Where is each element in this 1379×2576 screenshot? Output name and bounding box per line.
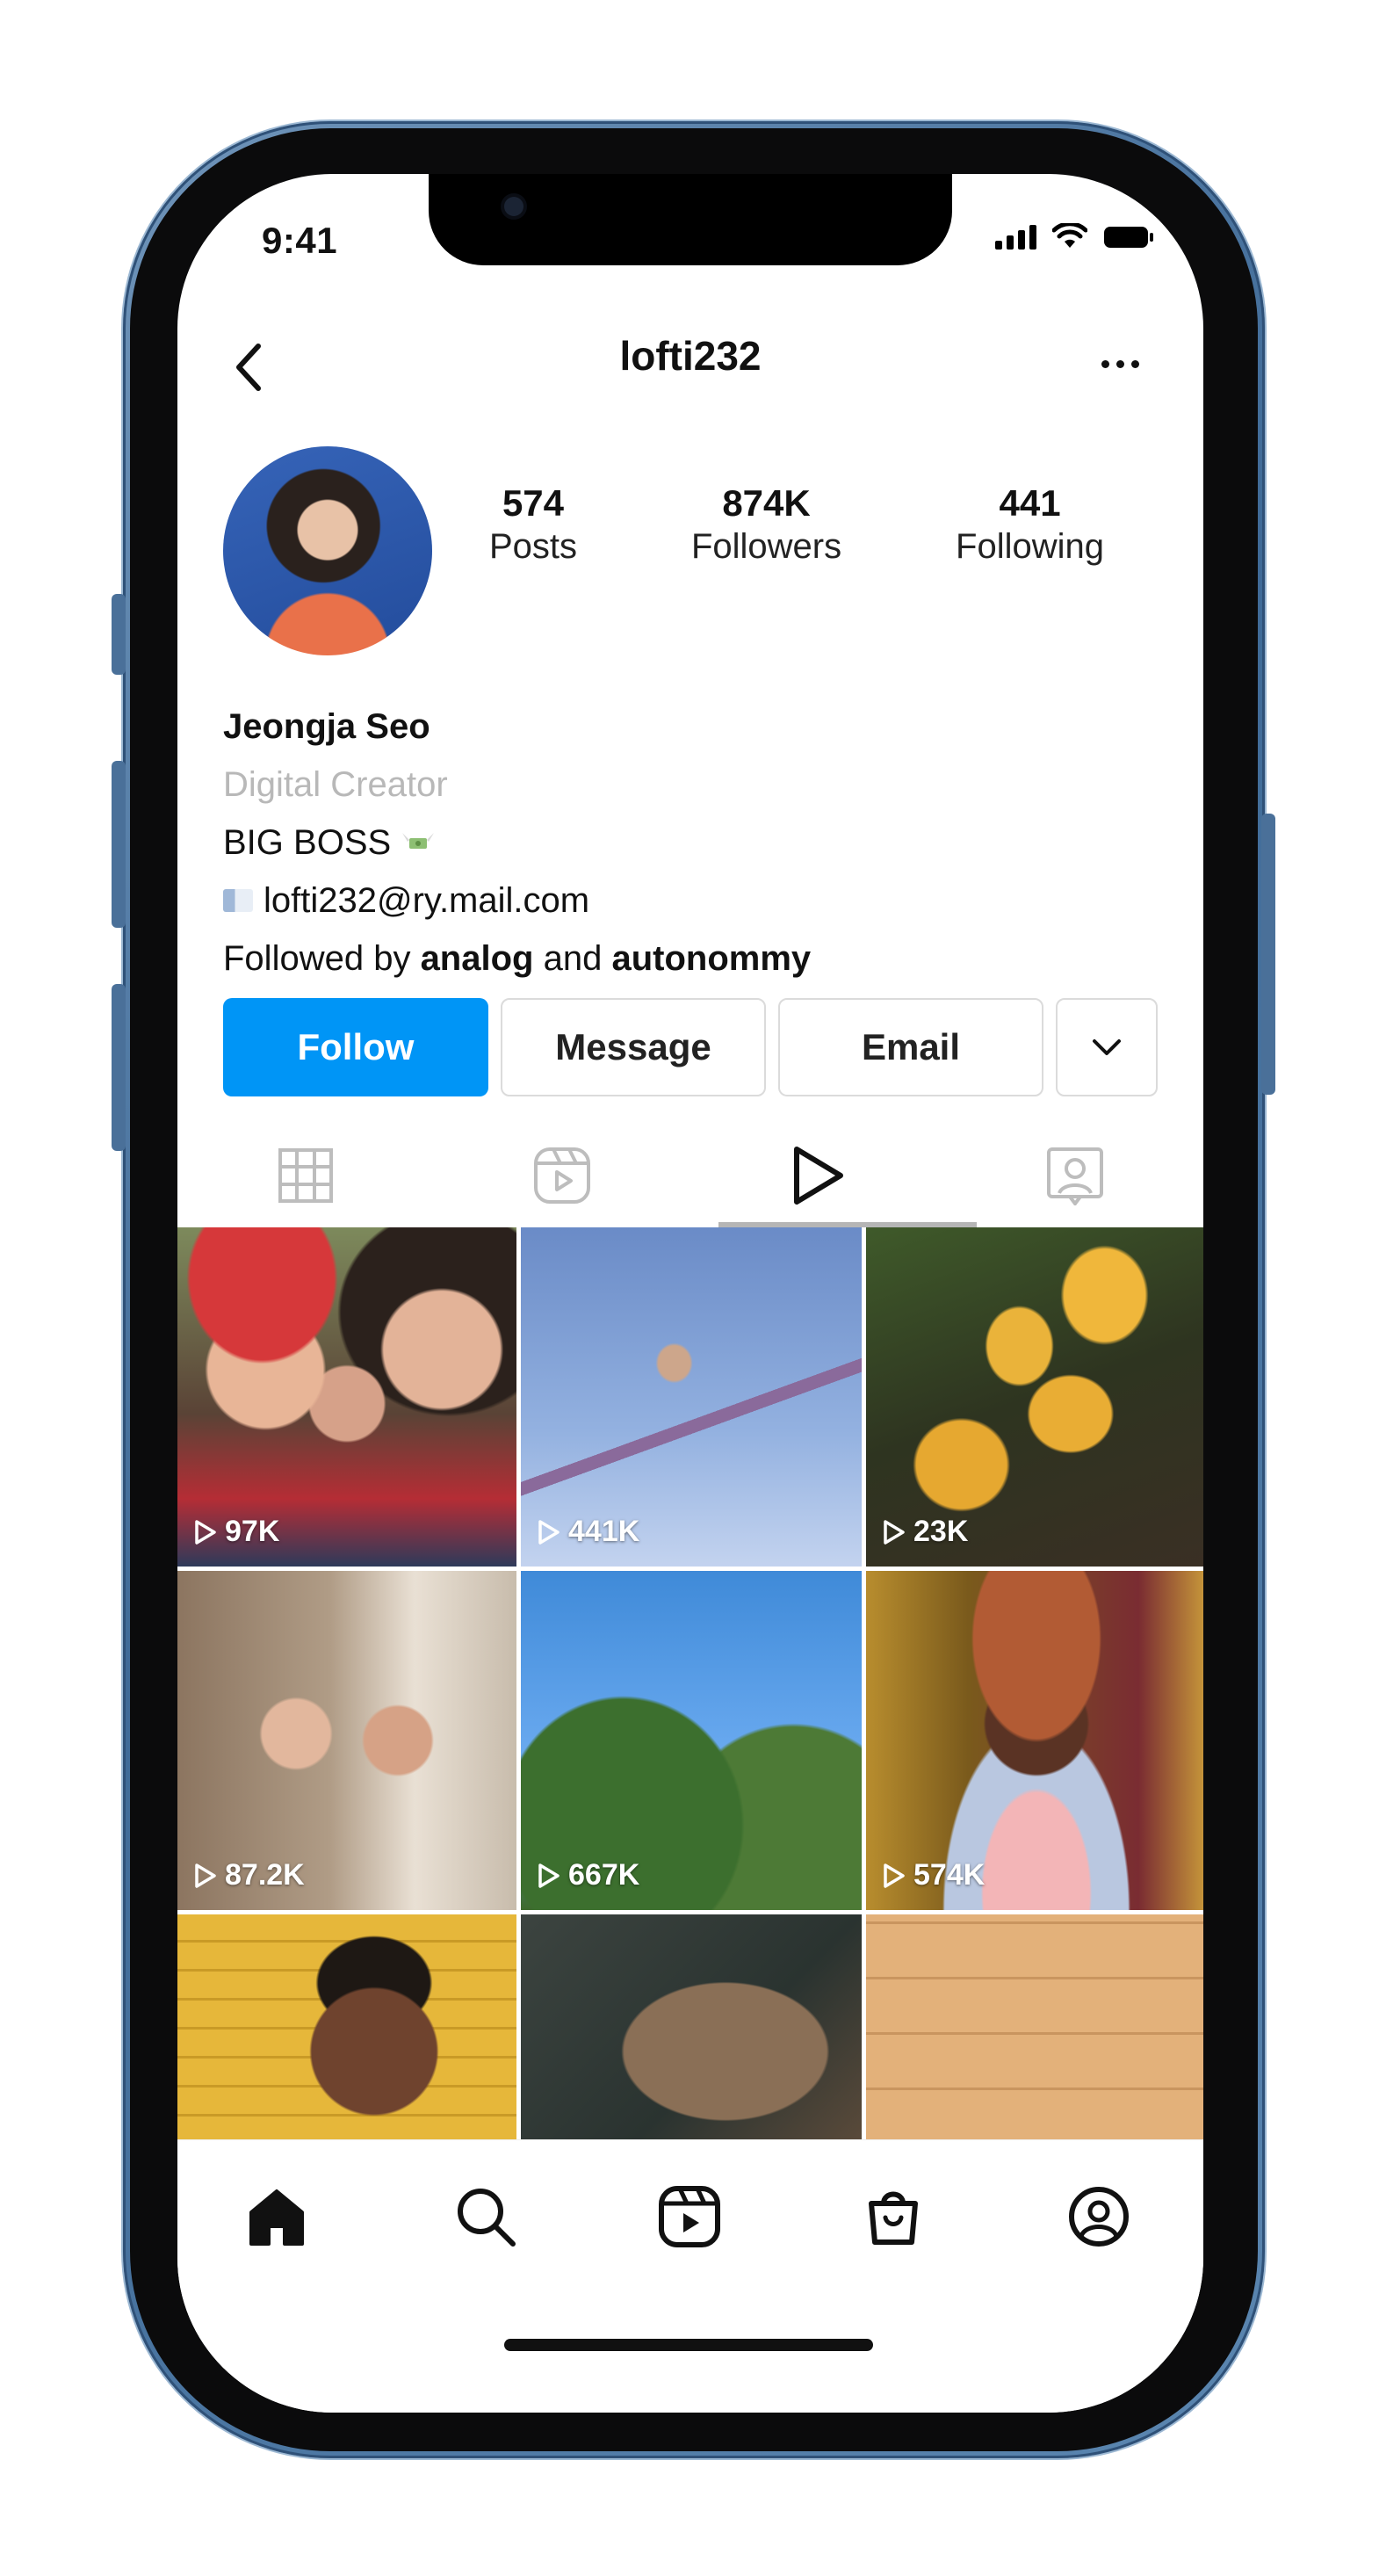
follow-button[interactable]: Follow <box>223 998 488 1096</box>
home-indicator[interactable] <box>504 2339 873 2351</box>
tabbar-shop[interactable] <box>854 2177 933 2256</box>
reels-icon <box>659 2186 720 2247</box>
followed-by-user[interactable]: autonommy <box>611 939 811 978</box>
bio-line: BIG BOSS <box>223 814 811 872</box>
stat-posts[interactable]: 574 Posts <box>489 481 577 568</box>
profile-icon <box>1069 2187 1129 2247</box>
stat-posts-value: 574 <box>502 482 565 524</box>
tile-view-count: 441K <box>568 1515 640 1548</box>
tile-views: 667K <box>537 1858 639 1892</box>
message-button[interactable]: Message <box>501 998 766 1096</box>
chevron-down-icon <box>1093 1039 1121 1055</box>
profile-bio: Jeongja Seo Digital Creator BIG BOSS lof… <box>223 698 811 988</box>
tabbar-reels[interactable] <box>650 2177 729 2256</box>
tabbar-profile[interactable] <box>1059 2177 1138 2256</box>
volume-down-button <box>112 984 126 1151</box>
home-icon <box>249 2189 304 2246</box>
tile-view-count: 87.2K <box>225 1858 305 1892</box>
status-time: 9:41 <box>262 220 338 261</box>
stat-followers-value: 874K <box>722 482 811 524</box>
tile-view-count: 23K <box>913 1515 969 1548</box>
tile-views: 441K <box>537 1515 639 1549</box>
more-options-button[interactable] <box>1089 346 1151 381</box>
play-icon <box>884 1519 905 1545</box>
play-icon <box>884 1863 905 1888</box>
tab-tagged[interactable] <box>947 1123 1203 1228</box>
email-button[interactable]: Email <box>778 998 1043 1096</box>
video-grid: 97K 441K 23K 87.2K 667K 574K <box>177 1227 1203 2139</box>
video-tile[interactable]: 23K <box>866 1227 1203 1567</box>
tile-view-count: 667K <box>568 1858 640 1892</box>
video-tile[interactable]: 574K <box>866 1571 1203 1910</box>
followed-by-and: and <box>543 939 603 978</box>
reels-icon <box>534 1147 590 1204</box>
shop-icon <box>869 2191 918 2245</box>
power-button <box>1261 814 1275 1095</box>
grid-icon <box>278 1148 333 1203</box>
tile-views: 23K <box>882 1515 968 1549</box>
status-icons <box>995 223 1154 250</box>
stat-followers-label: Followers <box>690 527 842 567</box>
profile-username-title: lofti232 <box>619 333 762 379</box>
notch <box>429 174 952 265</box>
play-icon <box>794 1147 843 1205</box>
followed-by[interactable]: Followed by analog and autonommy <box>223 930 811 988</box>
play-icon <box>538 1863 560 1888</box>
followed-by-user[interactable]: analog <box>421 939 534 978</box>
more-dots-icon <box>1101 359 1109 368</box>
stat-following-label: Following <box>956 527 1105 567</box>
video-tile[interactable] <box>866 1914 1203 2139</box>
video-tile[interactable]: 441K <box>521 1227 862 1567</box>
tile-view-count: 574K <box>913 1858 986 1892</box>
tab-posts-grid[interactable] <box>177 1123 434 1228</box>
video-tile[interactable] <box>177 1914 516 2139</box>
suggested-accounts-button[interactable] <box>1056 998 1158 1096</box>
phone-screen: 9:41 lofti232 574 Posts 874K Followers 4… <box>177 174 1203 2413</box>
bottom-tab-bar <box>177 2139 1203 2413</box>
content-tabs <box>177 1123 1203 1228</box>
tile-views: 97K <box>193 1515 279 1549</box>
video-tile[interactable]: 97K <box>177 1227 516 1567</box>
followed-by-prefix: Followed by <box>223 939 411 978</box>
wifi-icon <box>1052 223 1087 250</box>
play-icon <box>195 1863 216 1888</box>
stat-posts-label: Posts <box>488 527 578 567</box>
video-tile[interactable]: 667K <box>521 1571 862 1910</box>
avatar[interactable] <box>223 446 432 655</box>
cellular-signal-icon <box>995 223 1036 250</box>
tabbar-home[interactable] <box>237 2177 316 2256</box>
tile-views: 574K <box>882 1858 985 1892</box>
video-tile[interactable]: 87.2K <box>177 1571 516 1910</box>
battery-icon <box>1103 225 1154 250</box>
tile-views: 87.2K <box>193 1858 305 1892</box>
video-tile[interactable] <box>521 1914 862 2139</box>
volume-up-button <box>112 761 126 928</box>
stat-following-value: 441 <box>999 482 1061 524</box>
play-icon <box>538 1519 560 1545</box>
profile-actions: Follow Message Email <box>223 998 1158 1096</box>
tab-videos[interactable] <box>690 1123 947 1228</box>
profile-email[interactable]: lofti232@ry.mail.com <box>264 872 589 930</box>
mute-switch <box>112 594 126 675</box>
tile-view-count: 97K <box>225 1515 280 1548</box>
profile-category: Digital Creator <box>223 765 448 804</box>
search-icon <box>458 2189 516 2247</box>
profile-name: Jeongja Seo <box>223 707 430 746</box>
email-row[interactable]: lofti232@ry.mail.com <box>223 872 811 930</box>
money-wings-icon <box>402 833 435 849</box>
bio-text: BIG BOSS <box>223 823 392 862</box>
stat-followers[interactable]: 874K Followers <box>691 481 841 568</box>
tab-reels[interactable] <box>434 1123 690 1228</box>
stat-following[interactable]: 441 Following <box>956 481 1104 568</box>
front-camera <box>504 197 523 216</box>
tabbar-search[interactable] <box>446 2177 525 2256</box>
profile-stats: 574 Posts 874K Followers 441 Following <box>432 481 1161 568</box>
envelope-icon <box>223 889 253 912</box>
play-icon <box>195 1519 216 1545</box>
tagged-icon <box>1047 1147 1103 1205</box>
